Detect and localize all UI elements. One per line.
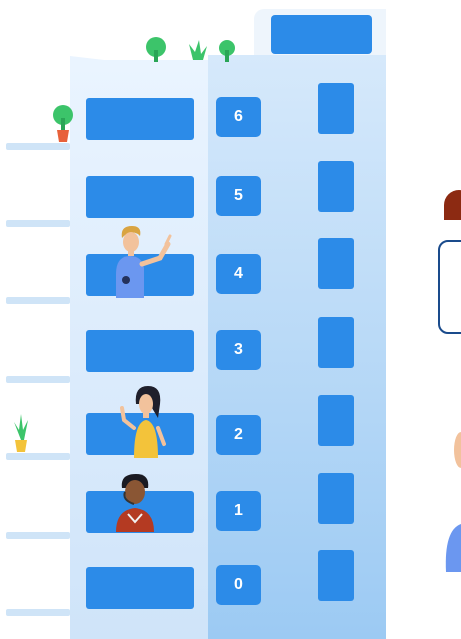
plant-icon [146,37,235,62]
person-figure [445,524,461,572]
right-window[interactable] [318,83,354,134]
person-figure [116,474,154,532]
right-window[interactable] [318,395,354,446]
floor-button-0[interactable]: 0 [216,565,261,605]
floor-button-6[interactable]: 6 [216,97,261,137]
ledge [6,532,70,539]
tower-window[interactable] [271,15,372,54]
right-window[interactable] [318,161,354,212]
plant-icon [14,414,28,452]
person-figure [120,386,166,458]
person-figure [116,226,172,298]
dialog-panel [438,240,461,334]
floor-window-3[interactable] [86,330,194,372]
ledge [6,297,70,304]
floor-window-0[interactable] [86,567,194,609]
plant-icon [53,105,73,142]
right-window[interactable] [318,473,354,524]
avatar [444,190,461,220]
floor-button-1[interactable]: 1 [216,491,261,531]
floor-button-5[interactable]: 5 [216,176,261,216]
floor-window-5[interactable] [86,176,194,218]
person-figure [454,432,461,468]
floor-button-3[interactable]: 3 [216,330,261,370]
ledge [6,143,70,150]
right-window[interactable] [318,317,354,368]
floor-button-2[interactable]: 2 [216,415,261,455]
floor-button-4[interactable]: 4 [216,254,261,294]
ledge [6,376,70,383]
ledge [6,609,70,616]
ledge [6,453,70,460]
floor-window-6[interactable] [86,98,194,140]
ledge [6,220,70,227]
right-window[interactable] [318,238,354,289]
right-window[interactable] [318,550,354,601]
